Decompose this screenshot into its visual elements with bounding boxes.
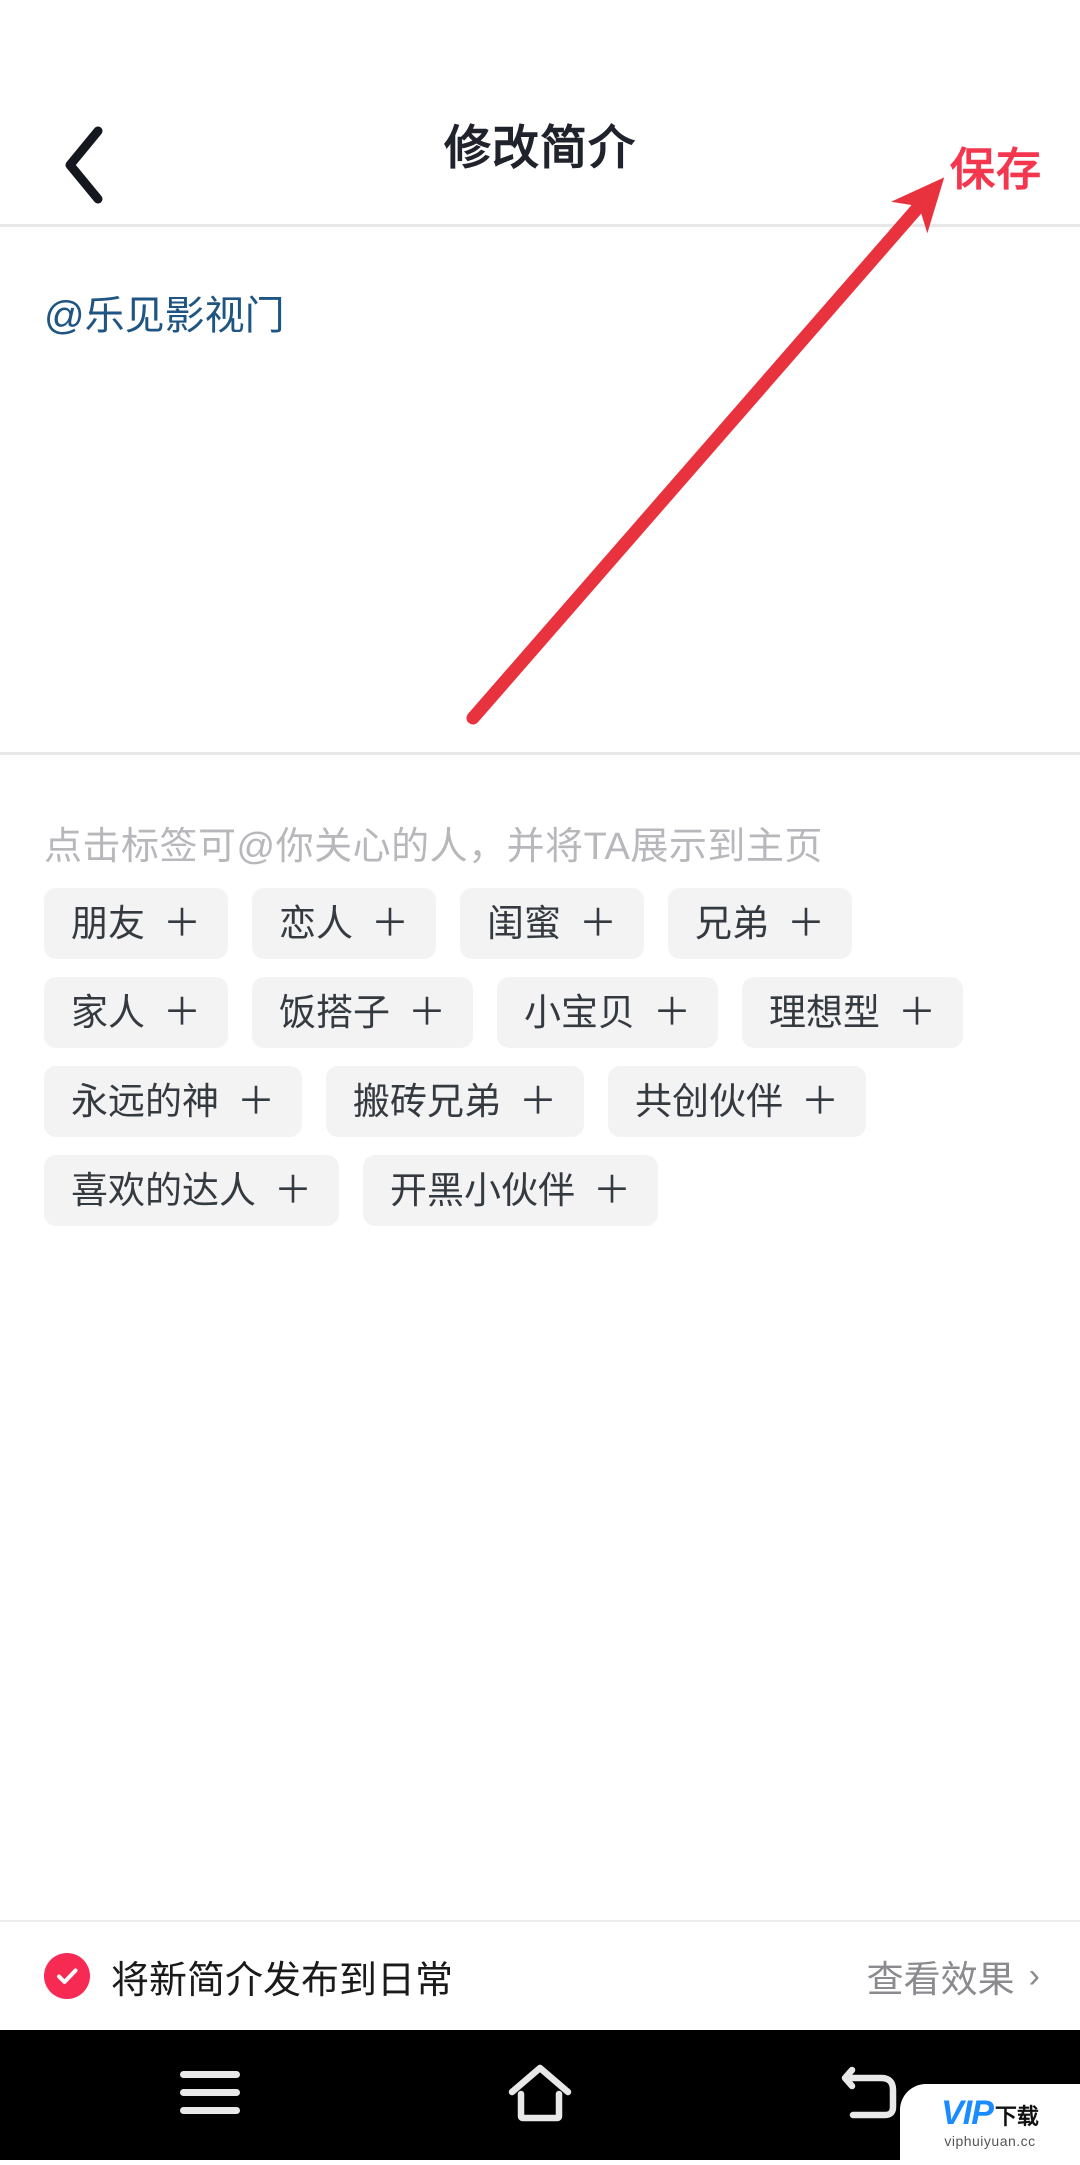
tag-chip[interactable]: 家人 ＋ [44,977,229,1048]
tag-chip-label: 兄弟 [695,903,770,944]
plus-icon: ＋ [653,991,692,1034]
tag-chip[interactable]: 恋人 ＋ [252,888,437,959]
android-nav-bar: VIP 下载 viphuiyuan.cc [0,2030,1080,2160]
preview-effect-link[interactable]: 查看效果 › [867,1922,1040,2030]
checkbox-checked-icon[interactable] [44,1953,90,1999]
tag-chip-label: 朋友 [71,903,145,944]
app-screen: 修改简介 保存 @乐见影视门 点击标签可@你关心的人，并将TA展示到主页 朋友 ＋… [0,0,1080,2030]
tag-chip-label: 喜欢的达人 [71,1170,256,1211]
tag-chip[interactable]: 小宝贝 ＋ [497,977,719,1048]
back-arrow-icon [839,2065,901,2126]
tag-chip[interactable]: 朋友 ＋ [44,888,229,959]
tag-chip[interactable]: 闺蜜 ＋ [460,888,645,959]
tag-chip-label: 家人 [71,992,145,1033]
bottom-action-bar: 将新简介发布到日常 查看效果 › [0,1920,1080,2030]
plus-icon: ＋ [408,991,447,1034]
vip-download-watermark: VIP 下载 viphuiyuan.cc [900,2084,1080,2160]
watermark-logo: VIP 下载 [941,2096,1039,2130]
tag-chip[interactable]: 搬砖兄弟 ＋ [326,1066,585,1137]
plus-icon: ＋ [898,991,937,1034]
tag-hint-text: 点击标签可@你关心的人，并将TA展示到主页 [44,826,823,868]
tag-chip-label: 共创伙伴 [635,1081,784,1122]
tag-chip[interactable]: 开黑小伙伴 ＋ [363,1155,659,1226]
tag-chip[interactable]: 共创伙伴 ＋ [608,1066,867,1137]
app-header: 修改简介 保存 [0,62,1080,225]
publish-to-daily-toggle[interactable]: 将新简介发布到日常 [44,1922,453,2030]
tag-chip[interactable]: 兄弟 ＋ [668,888,853,959]
plus-icon: ＋ [593,1169,632,1212]
plus-icon: ＋ [519,1080,558,1123]
page-title: 修改简介 [444,121,636,174]
tag-chip-label: 闺蜜 [487,903,562,944]
tag-chip[interactable]: 饭搭子 ＋ [252,977,474,1048]
tag-chip-label: 饭搭子 [279,992,391,1033]
status-bar [0,0,1080,62]
watermark-vip-text: VIP [941,2093,994,2132]
preview-effect-label: 查看效果 [866,1959,1015,2000]
back-button[interactable] [28,110,138,220]
publish-to-daily-label: 将新简介发布到日常 [111,1959,454,2002]
chevron-right-icon: › [1028,1957,1040,1995]
tag-chip-label: 搬砖兄弟 [353,1081,502,1122]
tag-chip[interactable]: 永远的神 ＋ [44,1066,303,1137]
plus-icon: ＋ [787,902,826,945]
nav-home-button[interactable] [440,2030,640,2160]
tag-list: 朋友＋恋人＋闺蜜＋兄弟＋家人＋饭搭子＋小宝贝＋理想型＋永远的神＋搬砖兄弟＋共创伙… [44,888,1044,1226]
chevron-left-icon [60,125,106,205]
bio-editor[interactable]: @乐见影视门 [0,227,1080,754]
plus-icon: ＋ [371,902,410,945]
nav-recents-button[interactable] [110,2030,310,2160]
tag-chip-label: 永远的神 [71,1081,219,1122]
tag-chip-label: 小宝贝 [524,992,636,1033]
watermark-cn-text: 下载 [994,2103,1039,2129]
plus-icon: ＋ [801,1080,840,1123]
plus-icon: ＋ [163,902,202,945]
tag-chip-label: 理想型 [769,992,881,1033]
plus-icon: ＋ [579,902,618,945]
plus-icon: ＋ [274,1169,313,1212]
hamburger-menu-icon [179,2069,241,2122]
bio-divider [0,752,1080,755]
watermark-url-text: viphuiyuan.cc [944,2132,1036,2149]
plus-icon: ＋ [163,991,202,1034]
tag-chip-label: 恋人 [279,903,354,944]
tag-chip[interactable]: 理想型 ＋ [742,977,964,1048]
bio-text-value: @乐见影视门 [44,294,285,338]
home-icon [507,2064,573,2127]
tag-chip[interactable]: 喜欢的达人 ＋ [44,1155,340,1226]
save-button[interactable]: 保存 [950,110,1042,220]
plus-icon: ＋ [237,1080,276,1123]
tag-chip-label: 开黑小伙伴 [390,1170,576,1211]
